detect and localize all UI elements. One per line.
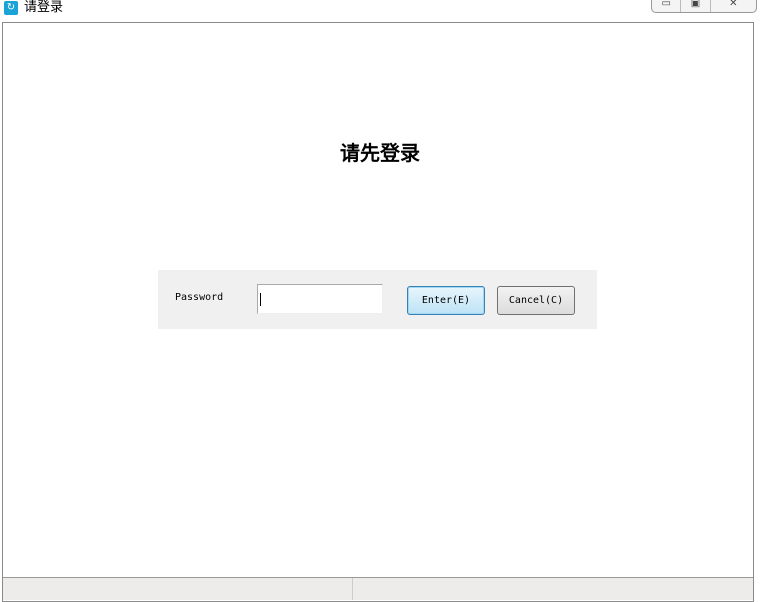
- cancel-button[interactable]: Cancel(C): [497, 286, 575, 315]
- window-title: 请登录: [24, 0, 64, 15]
- window-controls: ▭ ▣ ✕: [651, 0, 757, 13]
- enter-button[interactable]: Enter(E): [407, 286, 485, 315]
- password-label: Password: [175, 292, 224, 303]
- app-icon: ↻: [4, 1, 18, 15]
- text-caret: [260, 293, 261, 306]
- password-input[interactable]: [257, 284, 383, 314]
- status-bar: [3, 577, 753, 600]
- close-button[interactable]: ✕: [711, 0, 756, 12]
- status-separator: [352, 578, 353, 600]
- minimize-button[interactable]: ▭: [652, 0, 682, 12]
- maximize-button[interactable]: ▣: [681, 0, 711, 12]
- page-heading: 请先登录: [340, 141, 420, 165]
- title-bar: ↻ 请登录 ▭ ▣ ✕: [0, 0, 760, 22]
- login-panel: Password Enter(E) Cancel(C): [158, 270, 597, 329]
